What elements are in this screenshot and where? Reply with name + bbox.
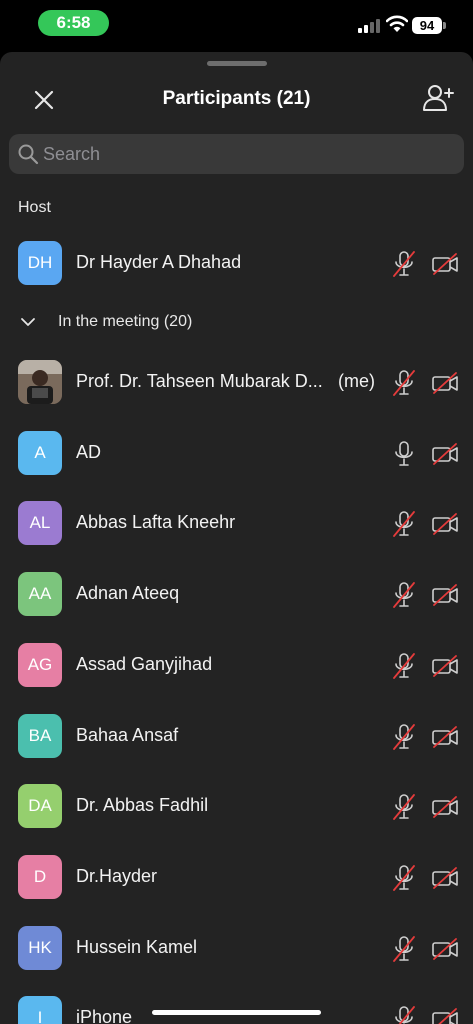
participant-row[interactable]: D Dr.Hayder	[0, 843, 473, 913]
participant-name: Adnan Ateeq	[76, 583, 180, 604]
mic-muted-icon[interactable]	[392, 510, 416, 538]
avatar: AG	[18, 642, 62, 687]
mic-muted-icon[interactable]	[392, 1005, 416, 1024]
mic-muted-icon[interactable]	[392, 864, 416, 892]
video-off-icon[interactable]	[431, 513, 459, 536]
avatar	[18, 360, 62, 404]
participant-row[interactable]: IiPhone	[0, 984, 473, 1024]
search-bar[interactable]	[9, 134, 464, 174]
participant-row[interactable]: AG Assad Ganyjihad	[0, 631, 473, 701]
mic-muted-icon[interactable]	[392, 935, 416, 963]
video-off-icon[interactable]	[431, 937, 459, 960]
video-off-icon[interactable]	[431, 442, 459, 465]
avatar: AA	[18, 572, 62, 617]
participant-row-host[interactable]: DH Dr Hayder A Dhahad	[0, 229, 473, 299]
avatar: A	[18, 430, 62, 475]
video-off-icon[interactable]	[431, 725, 459, 748]
host-section-label: Host	[18, 199, 51, 216]
participant-name: Dr Hayder A Dhahad	[76, 252, 242, 272]
mic-muted-icon[interactable]	[392, 250, 416, 278]
avatar: DH	[18, 241, 62, 285]
video-off-icon[interactable]	[431, 372, 459, 394]
mic-muted-icon[interactable]	[392, 652, 416, 680]
participant-row[interactable]: AL Abbas Lafta Kneehr	[0, 489, 473, 559]
add-participant-icon[interactable]	[421, 82, 455, 114]
participant-row[interactable]: HK Hussein Kamel	[0, 914, 473, 984]
video-off-icon[interactable]	[431, 584, 459, 606]
search-icon	[18, 144, 39, 165]
participant-name: Bahaa Ansaf	[76, 724, 179, 745]
participant-row[interactable]: BA Bahaa Ansaf	[0, 702, 473, 772]
avatar: AL	[18, 501, 62, 546]
search-input[interactable]	[43, 134, 443, 174]
avatar: BA	[18, 713, 62, 758]
participant-name: iPhone	[76, 1007, 133, 1024]
participant-name: Dr.Hayder	[76, 865, 158, 886]
participant-row[interactable]: Prof. Dr. Tahseen Mubarak D... (me)	[0, 348, 473, 418]
avatar: I	[18, 996, 62, 1024]
video-off-icon[interactable]	[431, 866, 459, 889]
mic-muted-icon[interactable]	[392, 369, 416, 397]
participant-name: Assad Ganyjihad	[76, 653, 213, 674]
chevron-down-icon	[21, 318, 35, 326]
mic-muted-icon[interactable]	[392, 793, 416, 821]
video-off-icon[interactable]	[431, 796, 459, 819]
participant-row[interactable]: DA Dr. Abbas Fadhil	[0, 772, 473, 842]
video-off-icon[interactable]	[431, 253, 459, 275]
mic-muted-icon[interactable]	[392, 723, 416, 751]
me-label: (me)	[338, 371, 375, 391]
battery-indicator: 94	[412, 17, 446, 34]
avatar: HK	[18, 925, 62, 970]
page-title: Participants (21)	[162, 88, 311, 109]
participant-name: Abbas Lafta Kneehr	[76, 512, 236, 533]
mic-muted-icon[interactable]	[392, 581, 416, 609]
in-meeting-group-toggle[interactable]: In the meeting (20)	[20, 310, 192, 334]
cellular-signal-icon	[358, 17, 382, 33]
participant-row[interactable]: AA Adnan Ateeq	[0, 560, 473, 630]
sheet-grabber[interactable]	[207, 61, 267, 66]
participants-sheet: Participants (21) Host DH Dr Hayder A Dh…	[0, 52, 473, 1024]
wifi-icon	[386, 15, 408, 32]
participant-name: AD	[76, 441, 102, 462]
participant-name: Dr. Abbas Fadhil	[76, 795, 209, 816]
sheet-header: Participants (21)	[0, 76, 473, 122]
home-indicator	[152, 1010, 321, 1015]
participant-name: Hussein Kamel	[76, 936, 198, 957]
mic-icon[interactable]	[392, 440, 416, 468]
avatar: DA	[18, 784, 62, 829]
status-bar: 6:58 94	[0, 0, 473, 52]
video-off-icon[interactable]	[431, 1008, 459, 1024]
participant-row[interactable]: A AD	[0, 419, 473, 489]
participant-name: Prof. Dr. Tahseen Mubarak D...	[76, 371, 323, 391]
avatar: D	[18, 854, 62, 899]
status-time: 6:58	[38, 10, 109, 36]
video-off-icon[interactable]	[431, 654, 459, 677]
in-meeting-section-label: In the meeting (20)	[58, 313, 193, 330]
